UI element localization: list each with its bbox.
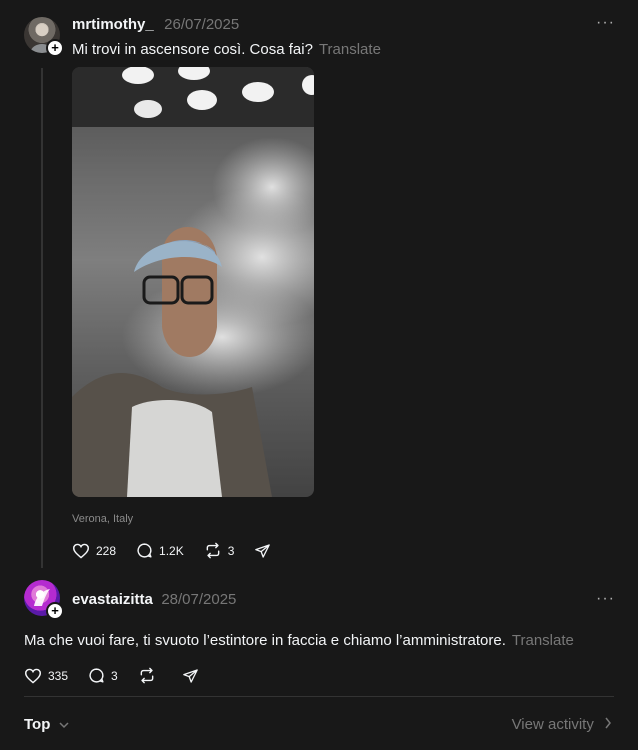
post-like-button[interactable]: 228 (72, 543, 116, 559)
post-comment-count: 1.2K (159, 543, 184, 558)
reply-header: evastaizitta 28/07/2025 (72, 591, 236, 609)
post-comment-button[interactable]: 1.2K (136, 542, 184, 559)
reply-text: Ma che vuoi fare, ti svuoto l’estintore … (24, 632, 506, 649)
post-repost-count: 3 (227, 543, 235, 558)
post-location[interactable]: Verona, Italy (72, 513, 133, 525)
share-icon (255, 543, 271, 558)
heart-icon (72, 543, 90, 559)
reply-date[interactable]: 28/07/2025 (161, 591, 236, 608)
reply-comment-button[interactable]: 3 (88, 667, 118, 684)
post-header: mrtimothy_ 26/07/2025 (72, 16, 239, 34)
post-text-row: Mi trovi in ascensore così. Cosa fai? Tra… (72, 41, 381, 58)
view-activity-link[interactable]: View activity (512, 716, 612, 733)
post-translate-link[interactable]: Translate (319, 41, 381, 58)
reply-username[interactable]: evastaizitta (72, 591, 153, 608)
post-date[interactable]: 26/07/2025 (164, 16, 239, 33)
post-photo[interactable] (72, 67, 314, 497)
comment-icon (137, 543, 152, 558)
post-share-button[interactable] (254, 543, 277, 559)
heart-icon (24, 668, 42, 684)
chevron-right-icon (605, 717, 611, 729)
follow-plus-icon[interactable]: + (46, 602, 64, 620)
sort-label: Top (24, 716, 51, 733)
post-repost-button[interactable]: 3 (204, 542, 235, 559)
elevator-selfie-image (72, 67, 314, 497)
reply-like-button[interactable]: 335 (24, 668, 68, 684)
post-text: Mi trovi in ascensore così. Cosa fai? (72, 41, 313, 58)
reply-like-count: 335 (48, 668, 69, 683)
comment-icon (89, 668, 104, 683)
share-icon (182, 668, 198, 683)
reply-translate-link[interactable]: Translate (512, 632, 574, 649)
reply-repost-button[interactable] (138, 667, 162, 684)
reply-text-row: Ma che vuoi fare, ti svuoto l’estintore … (24, 632, 574, 649)
post-actions: 228 1.2K 3 (72, 542, 297, 559)
chevron-down-icon (59, 722, 69, 729)
post-username[interactable]: mrtimothy_ (72, 16, 154, 33)
repost-icon (206, 542, 220, 559)
view-activity-label: View activity (511, 716, 594, 733)
reply-share-button[interactable] (182, 668, 205, 684)
reply-comment-count: 3 (111, 668, 118, 683)
follow-plus-icon[interactable]: + (46, 39, 64, 57)
divider (24, 696, 614, 697)
reply-more-icon[interactable]: ··· (596, 590, 615, 608)
repost-icon (140, 667, 154, 684)
post-like-count: 228 (96, 543, 117, 558)
reply-actions: 335 3 (24, 667, 225, 684)
sort-dropdown[interactable]: Top (24, 716, 69, 733)
thread-line (41, 68, 43, 568)
post-more-icon[interactable]: ··· (596, 14, 615, 32)
